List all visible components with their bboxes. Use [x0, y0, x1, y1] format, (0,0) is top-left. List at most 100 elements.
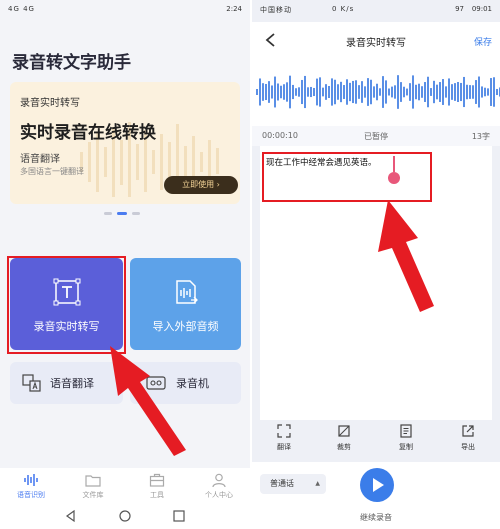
- waveform-bar: [307, 87, 309, 97]
- copy-icon: [400, 424, 412, 438]
- translate-icon: [277, 424, 291, 438]
- annotation-highlight-box: [262, 152, 432, 202]
- waveform-bar: [427, 76, 429, 108]
- copy-tool[interactable]: 复制: [386, 424, 426, 452]
- waveform-bar: [256, 89, 258, 95]
- banner-sub-desc: 多国语言一键翻译: [20, 167, 84, 176]
- waveform-bar: [460, 82, 462, 102]
- waveform-bar: [388, 88, 390, 96]
- waveform-bar: [286, 82, 288, 102]
- export-tool[interactable]: 导出: [448, 424, 488, 452]
- use-now-button[interactable]: 立即使用 ›: [164, 176, 238, 194]
- waveform-bar: [364, 86, 366, 98]
- page-header: 录音实时转写 保存: [252, 22, 500, 58]
- waveform-bar: [472, 85, 474, 99]
- waveform-bar: [481, 86, 483, 98]
- waveform-bar: [265, 83, 267, 101]
- waveform-bar: [376, 83, 378, 101]
- continue-recording-label: 继续录音: [360, 513, 392, 522]
- person-icon: [212, 473, 226, 488]
- waveform-bar: [415, 84, 417, 100]
- toolbar: 翻译 裁剪 复制 导出: [252, 424, 500, 462]
- language-value: 普通话: [270, 479, 294, 488]
- network-speed: 0 K/s: [332, 5, 355, 13]
- waveform-bar: [433, 80, 435, 104]
- waveform-bar: [283, 84, 285, 100]
- waveform-bar: [493, 77, 495, 107]
- waveform-bar: [319, 77, 321, 107]
- use-now-label: 立即使用: [182, 180, 215, 189]
- waveform-bar: [424, 82, 426, 102]
- waveform-bar: [391, 86, 393, 98]
- export-icon: [462, 425, 474, 437]
- recording-info-row: 00:00:10 已暂停 13字: [252, 126, 500, 146]
- tool-label: 复制: [399, 443, 413, 451]
- tab-label: 工具: [150, 491, 164, 499]
- waveform-bar: [271, 85, 273, 99]
- nav-back-icon[interactable]: [64, 509, 78, 523]
- elapsed-time: 00:00:10: [262, 131, 298, 140]
- caret-up-icon: ▲: [315, 480, 320, 487]
- tab-tools[interactable]: 工具: [132, 472, 182, 500]
- waveform-bar: [430, 88, 432, 96]
- tool-label: 导出: [461, 443, 475, 451]
- waveform-bar: [289, 75, 291, 109]
- waveform-bar: [313, 87, 315, 97]
- tool-label: 裁剪: [337, 443, 351, 451]
- waveform-bar: [421, 86, 423, 98]
- save-button[interactable]: 保存: [474, 35, 492, 48]
- waveform-bar: [379, 88, 381, 96]
- toolbox-icon: [149, 473, 165, 487]
- page-dot-active: [117, 212, 127, 215]
- promo-banner[interactable]: 录音实时转写 实时录音在线转换 语音翻译 多国语言一键翻译 立即使用 ›: [10, 82, 240, 204]
- waveform-bar: [448, 78, 450, 106]
- system-nav-bar: [0, 504, 250, 529]
- waveform-icon: [24, 474, 38, 486]
- waveform-bar: [316, 78, 318, 106]
- waveform-bar: [322, 87, 324, 97]
- waveform-bar: [352, 80, 354, 104]
- waveform-bar: [382, 76, 384, 108]
- tab-label: 语音识别: [17, 491, 45, 499]
- battery-level: 97: [455, 5, 464, 13]
- waveform-bar: [280, 85, 282, 99]
- character-count: 13字: [471, 132, 490, 141]
- tab-file-library[interactable]: 文件库: [68, 472, 118, 500]
- translate-icon: [22, 374, 41, 392]
- waveform-bar: [463, 76, 465, 108]
- page-dot: [104, 212, 112, 215]
- import-audio-card[interactable]: 导入外部音频: [130, 258, 241, 350]
- waveform-bar: [451, 84, 453, 100]
- waveform-bar: [295, 88, 297, 96]
- waveform-bar: [262, 83, 264, 101]
- tab-profile[interactable]: 个人中心: [194, 472, 244, 500]
- waveform-bar: [301, 79, 303, 105]
- waveform-bar: [397, 75, 399, 109]
- continue-recording-button[interactable]: [360, 468, 394, 502]
- waveform-bar: [478, 76, 480, 108]
- banner-headline: 实时录音在线转换: [20, 123, 156, 143]
- crop-tool[interactable]: 裁剪: [324, 424, 364, 452]
- nav-home-icon[interactable]: [118, 509, 132, 523]
- status-bar: 中国移动 0 K/s 97 09:01: [252, 0, 500, 20]
- tool-label: 翻译: [277, 443, 291, 451]
- bottom-tab-bar: 语音识别 文件库 工具 个人中心: [0, 468, 250, 504]
- waveform-bar: [259, 78, 261, 106]
- waveform-bar: [373, 86, 375, 98]
- waveform-bar: [469, 85, 471, 99]
- nav-recents-icon[interactable]: [172, 509, 186, 523]
- waveform-bar: [337, 84, 339, 100]
- language-select[interactable]: 普通话 ▲: [260, 474, 326, 494]
- waveform-bar: [442, 79, 444, 105]
- record-control-bar: 普通话 ▲ 继续录音: [252, 462, 500, 529]
- recording-state: 已暂停: [364, 132, 388, 141]
- waveform-bar: [358, 85, 360, 99]
- waveform-bar: [484, 87, 486, 97]
- translate-tool[interactable]: 翻译: [264, 424, 304, 452]
- waveform-bar: [496, 88, 498, 96]
- waveform-bar: [457, 82, 459, 102]
- waveform-bar: [418, 83, 420, 101]
- waveform-bar: [277, 83, 279, 101]
- tab-voice-recognition[interactable]: 语音识别: [6, 472, 56, 500]
- waveform-bar: [490, 78, 492, 106]
